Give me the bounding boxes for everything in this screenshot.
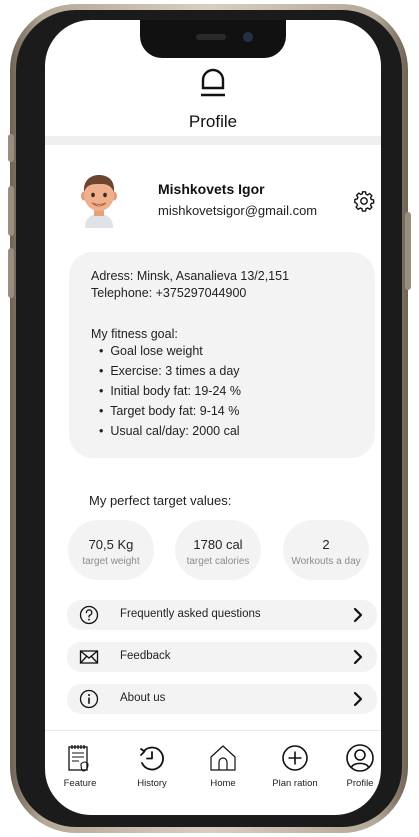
chevron-right-icon — [353, 691, 363, 707]
history-clock-icon — [140, 746, 164, 771]
header-divider — [45, 136, 381, 145]
menu-item-faq[interactable]: Frequently asked questions — [67, 600, 377, 630]
fitness-goal-title: My fitness goal: — [91, 327, 178, 341]
goal-item-text: Target body fat: 9-14 % — [110, 404, 240, 418]
menu-item-label: Feedback — [120, 650, 171, 662]
notepad-icon — [68, 745, 89, 772]
envelope-icon — [79, 650, 99, 664]
chevron-right-icon — [353, 649, 363, 665]
target-weight-value: 70,5 Kg — [88, 537, 134, 552]
address-text: Adress: Minsk, Asanalieva 13/2,151 — [91, 269, 290, 283]
goal-item: • Target body fat: 9-14 % — [99, 404, 240, 418]
user-circle-icon — [346, 744, 374, 772]
goal-item-text: Exercise: 3 times a day — [110, 364, 240, 378]
menu-item-label: About us — [120, 692, 166, 704]
page-title: Profile — [188, 112, 238, 131]
menu-item-label: Frequently asked questions — [120, 608, 261, 620]
speaker — [196, 34, 226, 40]
workouts-value: 2 — [322, 537, 330, 552]
notch — [140, 20, 286, 58]
tab-feature[interactable]: Feature — [48, 742, 112, 789]
home-icon — [210, 745, 236, 771]
profile-header-icon — [201, 68, 225, 97]
front-camera — [243, 32, 253, 42]
tab-label: Profile — [346, 778, 374, 789]
goal-item-text: Usual cal/day: 2000 cal — [110, 424, 240, 438]
telephone-text: Telephone: +375297044900 — [91, 286, 247, 300]
tab-label: History — [137, 778, 167, 789]
side-button-silent — [8, 134, 14, 162]
workouts-label: Workouts a day — [291, 556, 361, 567]
profile-info-card: Adress: Minsk, Asanalieva 13/2,151 Telep… — [69, 252, 375, 458]
goal-item-text: Goal lose weight — [110, 344, 203, 358]
side-button-power — [405, 212, 411, 290]
goal-item: • Exercise: 3 times a day — [99, 364, 240, 378]
tab-history[interactable]: History — [120, 742, 184, 789]
workouts-card: 2 Workouts a day — [283, 520, 369, 580]
target-calories-label: target calories — [186, 556, 250, 567]
chevron-right-icon — [353, 607, 363, 623]
target-calories-card: 1780 cal target calories — [175, 520, 261, 580]
target-calories-value: 1780 cal — [193, 537, 243, 552]
avatar — [81, 175, 117, 228]
target-weight-label: target weight — [82, 556, 140, 567]
goal-item: • Goal lose weight — [99, 344, 203, 358]
tab-home[interactable]: Home — [191, 742, 255, 789]
tab-label: Plan ration — [272, 778, 318, 789]
menu-item-about[interactable]: About us — [67, 684, 377, 714]
target-weight-card: 70,5 Kg target weight — [68, 520, 154, 580]
goal-item: • Usual cal/day: 2000 cal — [99, 424, 240, 438]
menu-item-feedback[interactable]: Feedback — [67, 642, 377, 672]
tab-label: Home — [210, 778, 236, 789]
side-button-volume-down — [8, 248, 14, 298]
side-button-volume-up — [8, 186, 14, 236]
phone-screen: Profile Mishkovets Igor mishkovetsigor@g… — [45, 20, 381, 815]
target-values-label: My perfect target values: — [89, 493, 232, 508]
user-email: mishkovetsigor@gmail.com — [158, 203, 318, 218]
tab-plan-ration[interactable]: Plan ration — [263, 742, 327, 789]
goal-item-text: Initial body fat: 19-24 % — [110, 384, 241, 398]
tab-label: Feature — [63, 778, 97, 789]
user-name: Mishkovets Igor — [158, 181, 265, 197]
info-icon — [79, 689, 99, 709]
tab-profile[interactable]: Profile — [328, 742, 381, 789]
gear-icon[interactable] — [353, 190, 375, 212]
goal-item: • Initial body fat: 19-24 % — [99, 384, 241, 398]
tabbar-divider — [45, 730, 381, 731]
plus-circle-icon — [282, 745, 308, 771]
question-icon — [79, 605, 99, 625]
